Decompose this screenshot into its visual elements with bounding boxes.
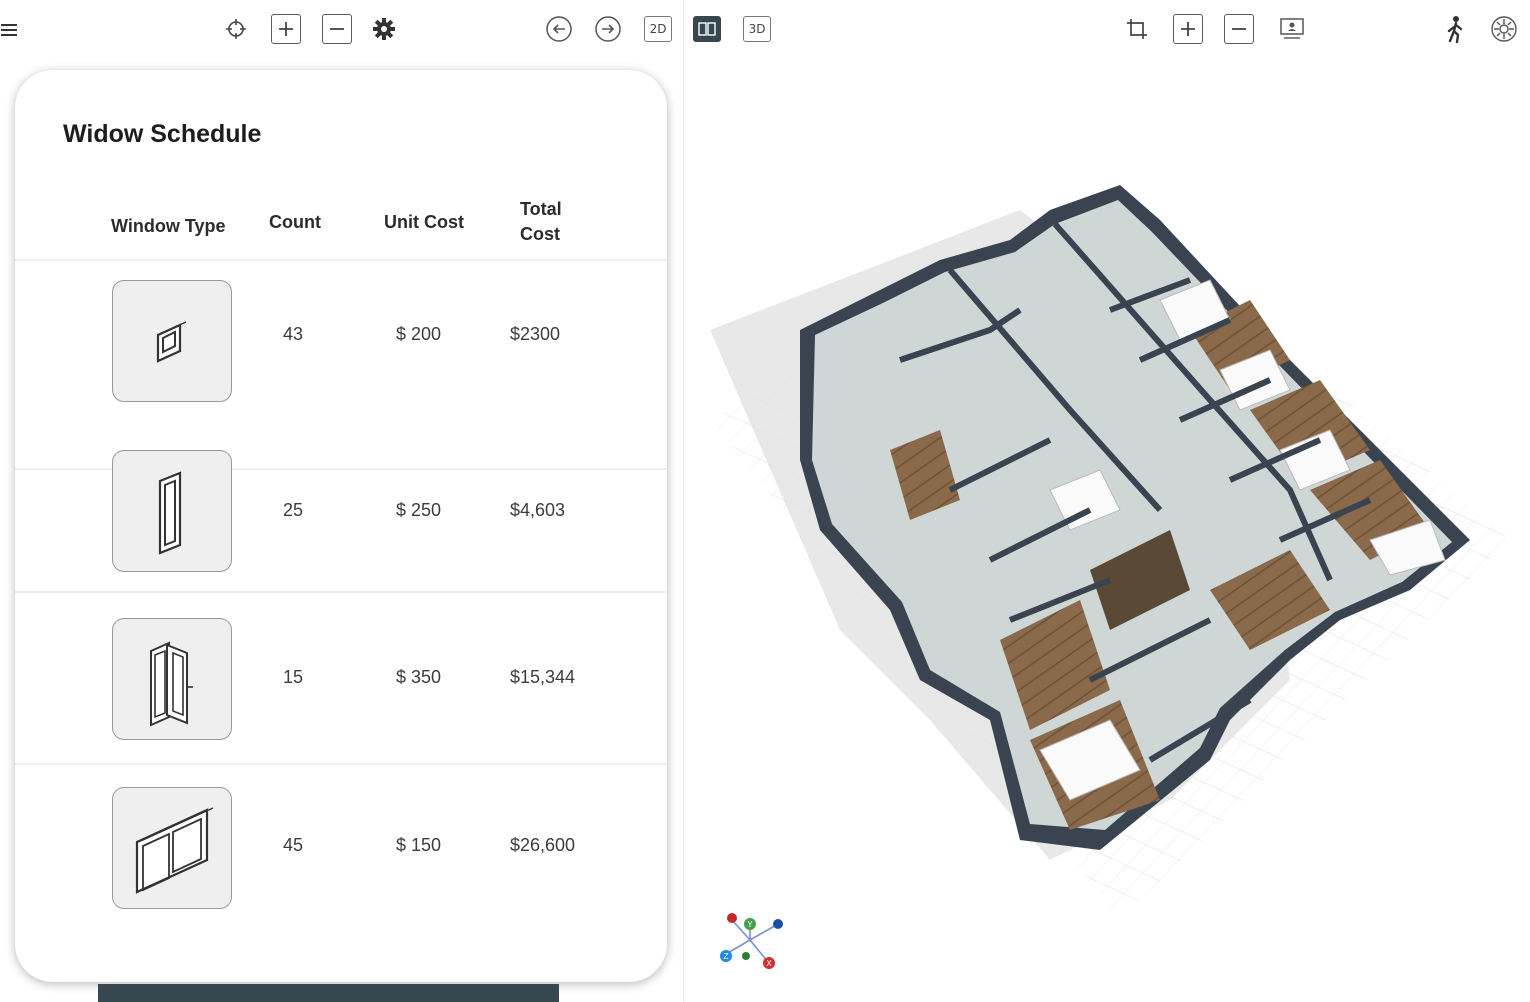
- axis-z-label: Z: [723, 952, 729, 961]
- undo-icon[interactable]: [544, 14, 574, 44]
- pane-divider[interactable]: [683, 0, 684, 1002]
- unit-cost-cell: $ 250: [396, 500, 442, 520]
- small-square-window-icon: [156, 321, 187, 363]
- zoom-out-icon: [330, 28, 344, 30]
- table-row[interactable]: 25 $ 250 $4,603: [15, 450, 667, 591]
- crosshair-icon[interactable]: [221, 14, 251, 44]
- total-cost-cell: $2300: [510, 324, 561, 344]
- column-header-count[interactable]: Count: [269, 210, 321, 235]
- schedule-title: Widow Schedule: [63, 120, 262, 148]
- split-view-button[interactable]: [693, 16, 721, 42]
- window-schedule-card: Widow Schedule Window Type Count Unit Co…: [15, 70, 667, 982]
- window-type-thumbnail[interactable]: [112, 618, 232, 740]
- zoom-in-icon: [279, 22, 293, 36]
- column-header-total-line1: Total: [520, 199, 562, 219]
- sun-icon[interactable]: [1489, 14, 1519, 44]
- axis-y-negative: [742, 952, 750, 960]
- total-cost-cell: $26,600: [510, 835, 576, 855]
- unit-cost-cell: $ 200: [396, 324, 442, 344]
- split-view-icon: [698, 22, 716, 36]
- table-row[interactable]: 15 $ 350 $15,344: [15, 591, 667, 763]
- zoom-in-3d-button[interactable]: [1173, 14, 1203, 44]
- axis-x-negative: [727, 913, 737, 923]
- view-3d-button[interactable]: 3D: [743, 16, 771, 42]
- total-cost-cell: $4,603: [510, 500, 566, 520]
- sliding-window-icon: [135, 807, 214, 894]
- axis-y-label: Y: [747, 920, 753, 929]
- count-cell: 45: [283, 835, 304, 855]
- presentation-icon[interactable]: [1277, 14, 1307, 44]
- 3d-floor-plan-view[interactable]: [690, 160, 1520, 940]
- app-root: 2D 3D Widow Schedule Window Type Count U…: [0, 0, 1530, 1002]
- view-2d-button[interactable]: 2D: [644, 16, 672, 42]
- axis-gizmo[interactable]: Y Z X: [712, 906, 792, 976]
- column-header-unit-cost[interactable]: Unit Cost: [384, 210, 464, 235]
- bottom-tab-bar[interactable]: [98, 984, 559, 1002]
- unit-cost-cell: $ 150: [396, 835, 442, 855]
- count-cell: 25: [283, 500, 304, 520]
- unit-cost-cell: $ 350: [396, 667, 442, 687]
- column-header-window-type[interactable]: Window Type: [111, 214, 226, 239]
- count-cell: 43: [283, 324, 304, 344]
- walk-icon[interactable]: [1440, 14, 1470, 44]
- tall-narrow-window-icon: [158, 471, 182, 555]
- menu-icon[interactable]: [0, 15, 26, 45]
- crop-icon[interactable]: [1122, 14, 1152, 44]
- zoom-in-icon: [1181, 22, 1195, 36]
- zoom-out-button[interactable]: [322, 14, 352, 44]
- zoom-in-button[interactable]: [271, 14, 301, 44]
- axis-x-label: X: [766, 959, 772, 968]
- total-cost-cell: $15,344: [510, 667, 576, 687]
- zoom-out-3d-button[interactable]: [1224, 14, 1254, 44]
- zoom-out-icon: [1232, 28, 1246, 30]
- axis-z-negative: [773, 919, 783, 929]
- window-type-thumbnail[interactable]: [112, 787, 232, 909]
- redo-icon[interactable]: [593, 14, 623, 44]
- column-header-total-line2: Cost: [520, 224, 560, 244]
- window-type-thumbnail[interactable]: [112, 280, 232, 402]
- left-toolbar: 2D: [0, 0, 683, 60]
- table-row[interactable]: 43 $ 200 $2300: [15, 259, 667, 468]
- count-cell: 15: [283, 667, 304, 687]
- casement-window-icon: [150, 641, 193, 727]
- settings-icon[interactable]: [369, 14, 399, 44]
- column-header-total-cost[interactable]: Total Cost: [520, 197, 562, 247]
- right-toolbar: 3D: [684, 0, 1530, 60]
- table-row[interactable]: 45 $ 150 $26,600: [15, 763, 667, 936]
- window-type-thumbnail[interactable]: [112, 450, 232, 572]
